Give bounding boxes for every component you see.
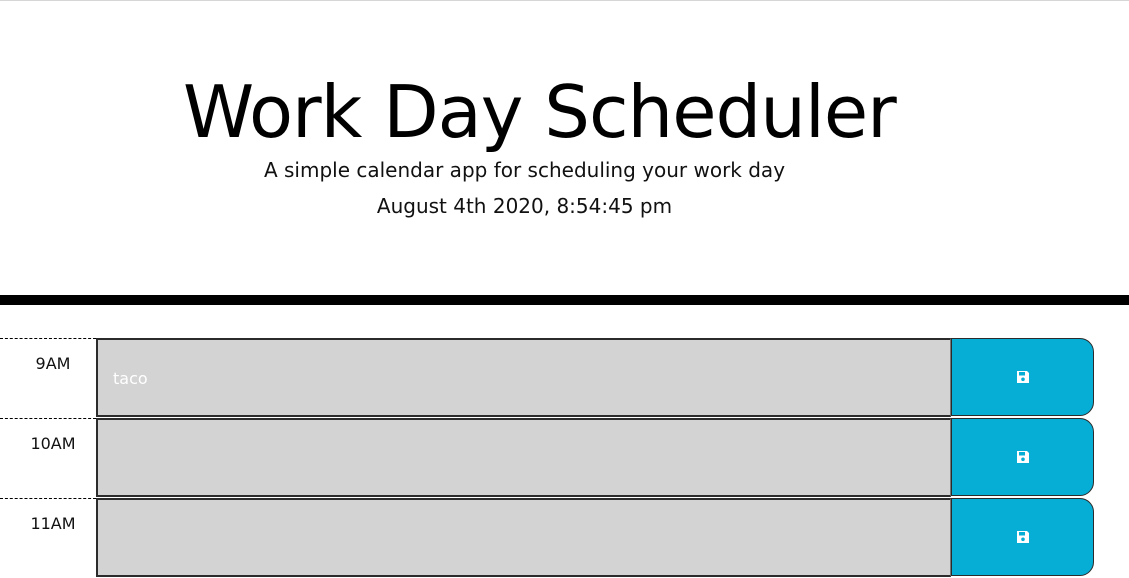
save-button-9am[interactable]	[951, 338, 1094, 416]
page-title: Work Day Scheduler	[183, 70, 897, 154]
hour-text: 11AM	[30, 514, 76, 533]
description-input-11am[interactable]	[96, 498, 951, 577]
floppy-disk-icon	[1016, 530, 1030, 544]
page-subtitle: A simple calendar app for scheduling you…	[263, 158, 786, 182]
time-block-9am: 9AM taco	[0, 338, 1129, 418]
description-input-9am[interactable]: taco	[96, 338, 951, 417]
description-input-10am[interactable]	[96, 418, 951, 497]
floppy-disk-icon	[1016, 370, 1030, 384]
hour-text: 9AM	[35, 354, 71, 373]
time-block-list: 9AM taco 10AM 11AM	[0, 338, 1129, 578]
time-block-10am: 10AM	[0, 418, 1129, 498]
hour-label: 11AM	[0, 498, 96, 578]
time-block-11am: 11AM	[0, 498, 1129, 578]
hour-text: 10AM	[30, 434, 76, 453]
floppy-disk-icon	[1016, 450, 1030, 464]
hour-label: 10AM	[0, 418, 96, 498]
save-button-10am[interactable]	[951, 418, 1094, 496]
save-button-11am[interactable]	[951, 498, 1094, 576]
header: Work Day Scheduler A simple calendar app…	[0, 1, 1129, 305]
hour-label: 9AM	[0, 338, 96, 418]
current-day: August 4th 2020, 8:54:45 pm	[376, 194, 673, 218]
